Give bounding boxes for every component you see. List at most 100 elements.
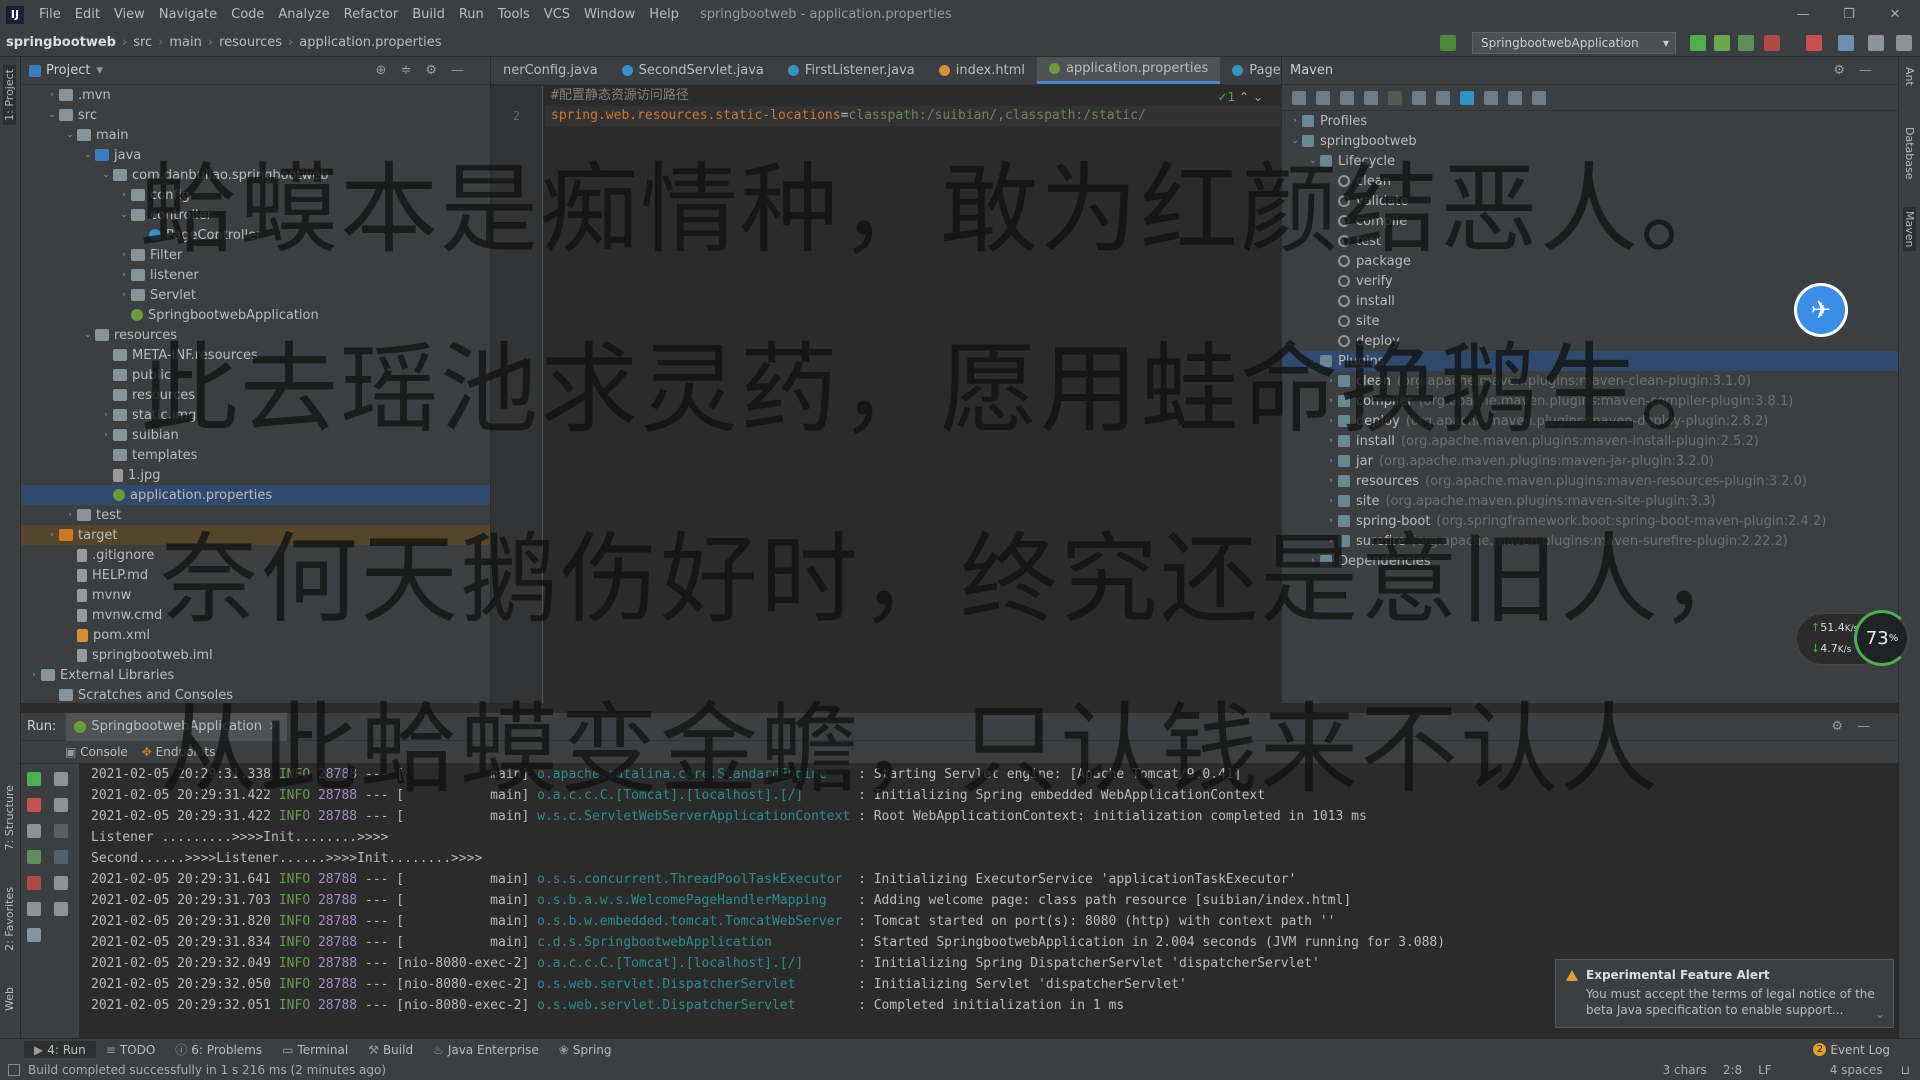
chevron-down-icon[interactable]: ⌄ [63, 130, 77, 140]
bottom-tab-build[interactable]: ⚒ Build [358, 1041, 423, 1058]
camera-icon[interactable] [27, 824, 41, 838]
tree-row[interactable]: › Servlet [21, 285, 490, 305]
project-tool-tab[interactable]: 1: Project [3, 65, 16, 125]
console-tab[interactable]: ▣ Console [65, 745, 128, 759]
project-panel-title[interactable]: Project [46, 63, 90, 78]
run-config-select[interactable]: SpringbootwebApplication ▾ [1472, 32, 1676, 54]
bottom-tab-problems[interactable]: ⓘ 6: Problems [165, 1041, 272, 1058]
chevron-right-icon[interactable]: › [1324, 456, 1338, 466]
trash-icon[interactable] [54, 902, 68, 916]
chevron-down-icon[interactable]: ⌄ [117, 210, 131, 220]
scroll-down-icon[interactable] [54, 798, 68, 812]
run-icon[interactable] [1690, 35, 1706, 51]
indent-setting[interactable]: 4 spaces [1822, 1063, 1891, 1077]
bird-widget-icon[interactable]: ✈ [1794, 283, 1848, 337]
chevron-right-icon[interactable]: › [99, 430, 113, 440]
favorites-tool-tab[interactable]: 2: Favorites [3, 887, 16, 951]
chevron-down-icon[interactable]: ⌄ [81, 330, 95, 340]
database-tool-tab[interactable]: Database [1903, 127, 1916, 180]
ant-tool-tab[interactable]: Ant [1903, 67, 1916, 86]
menu-build[interactable]: Build [405, 0, 452, 29]
chevron-right-icon[interactable]: › [27, 670, 41, 680]
print-icon[interactable] [54, 876, 68, 890]
chevron-right-icon[interactable]: › [117, 290, 131, 300]
run-icon[interactable] [1388, 90, 1402, 105]
inspection-widget[interactable]: ✓1 ⌃ ⌄ [1218, 90, 1263, 104]
chevron-right-icon[interactable]: › [45, 90, 59, 100]
bottom-tab-terminal[interactable]: ▭ Terminal [272, 1041, 358, 1058]
menu-window[interactable]: Window [577, 0, 642, 29]
maven-tree-row[interactable]: › jar (org.apache.maven.plugins:maven-jar-… [1282, 451, 1898, 471]
web-tool-tab[interactable]: Web [3, 987, 16, 1011]
menu-view[interactable]: View [107, 0, 152, 29]
scroll-up-icon[interactable] [54, 772, 68, 786]
tree-row[interactable]: springbootweb.iml [21, 645, 490, 665]
close-icon[interactable]: ✕ [1872, 0, 1918, 29]
generate-sources-icon[interactable] [1316, 90, 1330, 105]
lock-icon[interactable]: ⊔ [1891, 1063, 1920, 1077]
menu-edit[interactable]: Edit [68, 0, 107, 29]
menu-run[interactable]: Run [452, 0, 491, 29]
maximize-icon[interactable]: ❐ [1826, 0, 1872, 29]
panel-actions[interactable]: ⊕≑⚙— [376, 63, 478, 78]
expand-icon[interactable]: ⌄ [1875, 1007, 1885, 1021]
minimize-icon[interactable]: — [1780, 0, 1826, 29]
coverage-icon[interactable] [1738, 35, 1754, 51]
chevron-right-icon[interactable]: › [1324, 476, 1338, 486]
arrow-up-icon[interactable]: ⌃ [1239, 90, 1249, 104]
bottom-tab-todo[interactable]: ≡ TODO [96, 1041, 166, 1058]
chevron-right-icon[interactable]: › [117, 190, 131, 200]
show-dependencies-icon[interactable] [1484, 90, 1498, 105]
maven-tree-row[interactable]: › Profiles [1282, 111, 1898, 131]
menu-navigate[interactable]: Navigate [152, 0, 224, 29]
scroll-to-end-icon[interactable] [54, 850, 68, 864]
event-log-button[interactable]: 2 Event Log [1803, 1043, 1900, 1057]
exit-icon[interactable] [27, 876, 41, 890]
arrow-down-icon[interactable]: ⌄ [1253, 90, 1263, 104]
chevron-right-icon[interactable]: › [117, 250, 131, 260]
add-icon[interactable] [1364, 90, 1378, 105]
line-separator[interactable]: LF [1750, 1063, 1780, 1077]
editor-tab[interactable]: PageC ⌄ [1220, 57, 1281, 84]
bottom-tab-spring[interactable]: ❀ Spring [549, 1041, 622, 1058]
chevron-right-icon[interactable]: › [99, 410, 113, 420]
soft-wrap-icon[interactable] [54, 824, 68, 838]
stop-icon[interactable] [27, 798, 41, 812]
chevron-right-icon[interactable]: › [1288, 116, 1302, 126]
collapse-all-icon[interactable] [1508, 90, 1522, 105]
toggle-offline-icon[interactable] [1436, 90, 1450, 105]
chevron-right-icon[interactable]: › [117, 270, 131, 280]
maven-panel-actions[interactable]: ⚙— [1833, 63, 1886, 78]
tree-row[interactable]: › .mvn [21, 85, 490, 105]
run-panel-actions[interactable]: ⚙— [1831, 719, 1884, 734]
download-icon[interactable] [1340, 90, 1354, 105]
wrench-icon[interactable] [1532, 90, 1546, 105]
menu-help[interactable]: Help [642, 0, 686, 29]
menu-tools[interactable]: Tools [491, 0, 537, 29]
chevron-right-icon[interactable]: › [63, 510, 77, 520]
editor-tab[interactable]: SecondServlet.java [610, 57, 776, 84]
editor-tab[interactable]: application.properties [1037, 57, 1221, 84]
breadcrumb-project[interactable]: springbootweb [0, 35, 122, 50]
chevron-down-icon[interactable]: ⌄ [99, 170, 113, 180]
editor-tab[interactable]: FirstListener.java [776, 57, 927, 84]
memory-gauge[interactable]: 73% [1854, 610, 1910, 666]
layout-icon[interactable] [1868, 35, 1884, 51]
menu-file[interactable]: File [32, 0, 68, 29]
project-structure-icon[interactable] [1838, 35, 1854, 51]
editor-tab[interactable]: index.html [927, 57, 1037, 84]
bottom-tab-run[interactable]: ▶ 4: Run [24, 1041, 96, 1058]
structure-tool-tab[interactable]: 7: Structure [3, 785, 16, 850]
breadcrumb-src[interactable]: src [127, 35, 158, 50]
chevron-down-icon[interactable]: ⌄ [45, 110, 59, 120]
resume-icon[interactable] [27, 850, 41, 864]
status-toggle-icon[interactable] [8, 1064, 20, 1076]
caret-position[interactable]: 2:8 [1715, 1063, 1750, 1077]
execute-goal-icon[interactable] [1412, 90, 1426, 105]
tree-row[interactable]: 1.jpg [21, 465, 490, 485]
hammer-icon[interactable] [1440, 35, 1456, 51]
bottom-tab-java-enterprise[interactable]: ♨ Java Enterprise [423, 1041, 549, 1058]
search-icon[interactable] [1896, 35, 1912, 51]
tree-row[interactable]: ⌄ src [21, 105, 490, 125]
maven-tool-tab[interactable]: Maven [1903, 207, 1916, 252]
